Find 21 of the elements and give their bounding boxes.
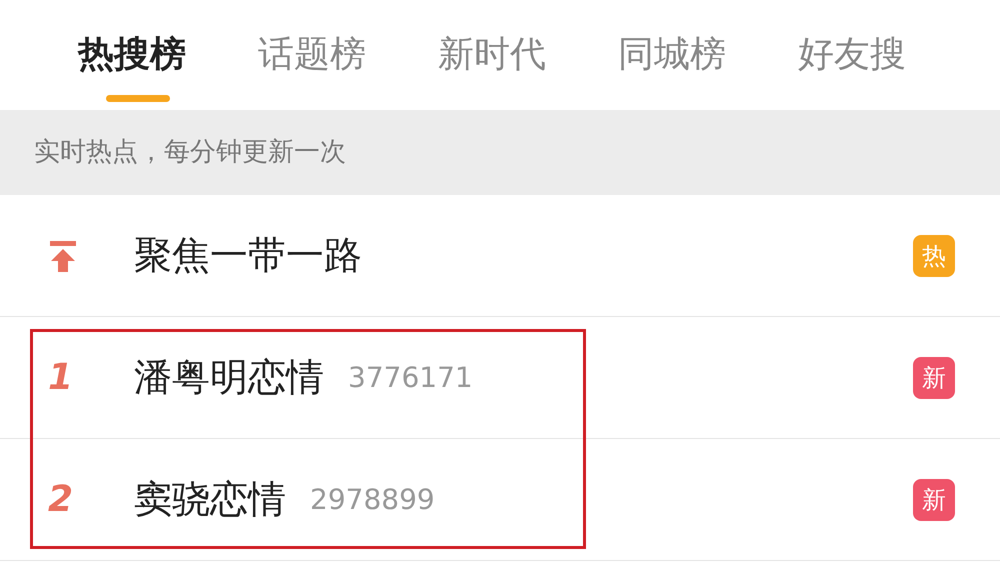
tab[interactable]: 热搜榜 — [78, 0, 186, 110]
hot-search-row[interactable]: 2 窦骁恋情 2978899 新 — [0, 439, 1000, 561]
rank-number: 2 — [48, 478, 74, 522]
tab[interactable]: 同城榜 — [618, 0, 726, 110]
topic-badge: 热 — [913, 234, 955, 276]
hot-search-row[interactable]: 聚焦一带一路 热 — [0, 195, 1000, 317]
topic-title: 聚焦一带一路 — [134, 232, 362, 279]
tab[interactable]: 新时代 — [438, 0, 546, 110]
search-count: 2978899 — [310, 482, 435, 518]
search-count: 3776171 — [348, 360, 473, 396]
tab[interactable]: 话题榜 — [258, 0, 366, 110]
topic-badge: 新 — [913, 356, 955, 398]
topic-title: 窦骁恋情 — [134, 476, 286, 523]
rank-number: 1 — [48, 356, 74, 400]
topic-title: 潘粤明恋情 — [134, 354, 324, 401]
topic-badge: 新 — [913, 478, 955, 520]
tab-underline — [106, 95, 170, 102]
notice-text: 实时热点，每分钟更新一次 — [34, 136, 346, 169]
hot-search-row[interactable]: 1 潘粤明恋情 3776171 新 — [0, 317, 1000, 439]
tab[interactable]: 好友搜 — [798, 0, 906, 110]
pin-top-icon — [48, 238, 78, 272]
